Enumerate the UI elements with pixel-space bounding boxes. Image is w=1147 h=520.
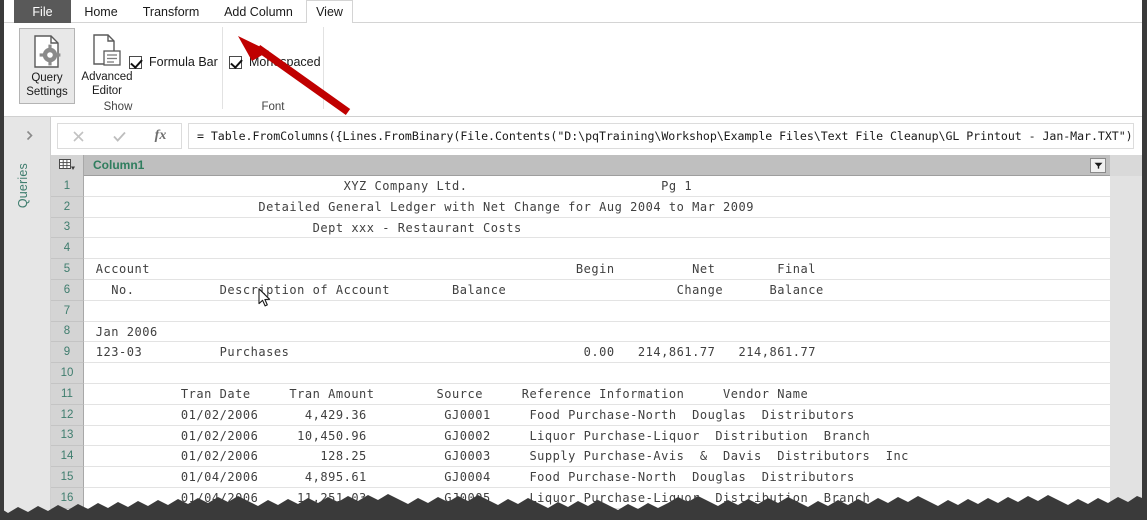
row-number: 16: [51, 487, 84, 509]
filter-dropdown-icon[interactable]: [1090, 158, 1106, 173]
tab-file[interactable]: File: [14, 0, 71, 23]
query-settings-button[interactable]: Query Settings: [19, 28, 75, 104]
column-header-row: Column1: [51, 155, 1110, 176]
row-cell-column1[interactable]: 01/04/2006 11,251.03 GJ0005 Liquor Purch…: [84, 487, 1110, 509]
fx-icon[interactable]: fx: [140, 124, 181, 148]
ribbon-group-show: Query Settings Advanced Editor Formula B…: [14, 23, 222, 117]
table-row[interactable]: 15 01/04/2006 4,895.61 GJ0004 Food Purch…: [51, 467, 1142, 488]
table-row[interactable]: 5 Account Begin Net Final: [51, 259, 1142, 280]
data-preview-grid: Column1 1 XYZ Company Ltd. Pg 12 Detaile…: [51, 155, 1142, 520]
query-settings-label-line2: Settings: [26, 85, 68, 98]
ribbon-group-separator-2: [323, 27, 324, 109]
row-number: 10: [51, 363, 84, 384]
table-row[interactable]: 14 01/02/2006 128.25 GJ0003 Supply Purch…: [51, 446, 1142, 468]
table-type-icon[interactable]: [51, 155, 84, 176]
chevron-right-icon[interactable]: [23, 129, 35, 141]
row-number: 6: [51, 279, 84, 301]
formula-input[interactable]: = Table.FromColumns({Lines.FromBinary(Fi…: [188, 123, 1134, 149]
formula-bar-checkbox-row[interactable]: Formula Bar: [129, 55, 218, 69]
row-cell-column1[interactable]: [84, 238, 1110, 260]
window-frame-right: [1142, 0, 1147, 520]
column-header-label[interactable]: Column1: [84, 158, 144, 172]
ribbon-content: Query Settings Advanced Editor Formula B…: [4, 23, 1142, 117]
tab-view[interactable]: View: [306, 0, 353, 24]
row-cell-column1[interactable]: Dept xxx - Restaurant Costs: [84, 217, 1110, 239]
advanced-editor-label-line2: Editor: [91, 84, 123, 97]
table-row[interactable]: 8 Jan 2006: [51, 321, 1142, 343]
queries-pane-collapsed[interactable]: Queries: [4, 117, 51, 520]
table-row[interactable]: 10: [51, 363, 1142, 384]
window-frame-left: [0, 0, 4, 520]
monospaced-checkbox-label: Monospaced: [249, 55, 321, 69]
table-row[interactable]: 9 123-03 Purchases 0.00 214,861.77 214,8…: [51, 342, 1142, 364]
row-cell-column1[interactable]: 01/02/2006 10,450.96 GJ0002 Liquor Purch…: [84, 425, 1110, 447]
table-row[interactable]: 1 XYZ Company Ltd. Pg 1: [51, 176, 1142, 197]
table-row[interactable]: 12 01/02/2006 4,429.36 GJ0001 Food Purch…: [51, 404, 1142, 426]
table-row[interactable]: 16 01/04/2006 11,251.03 GJ0005 Liquor Pu…: [51, 487, 1142, 509]
row-number: 11: [51, 383, 84, 405]
tab-view-label: View: [316, 5, 343, 19]
table-row[interactable]: 4: [51, 238, 1142, 260]
row-number: 12: [51, 404, 84, 426]
row-cell-column1[interactable]: No. Description of Account Balance Chang…: [84, 279, 1110, 301]
tab-home[interactable]: Home: [71, 0, 131, 23]
row-cell-column1[interactable]: [84, 300, 1110, 322]
row-number: 14: [51, 446, 84, 468]
row-number: 13: [51, 425, 84, 447]
formula-bar-checkbox-label: Formula Bar: [149, 55, 218, 69]
ribbon-group-font-label: Font: [261, 101, 285, 113]
row-cell-column1[interactable]: XYZ Company Ltd. Pg 1: [84, 176, 1110, 197]
row-number: 4: [51, 238, 84, 260]
power-query-editor-window: File Home Transform Add Column View Quer…: [0, 0, 1147, 520]
row-number: 9: [51, 342, 84, 364]
tab-file-label: File: [32, 4, 53, 19]
monospaced-checkbox-row[interactable]: Monospaced: [229, 55, 321, 69]
table-row[interactable]: 11 Tran Date Tran Amount Source Referenc…: [51, 383, 1142, 405]
document-list-icon: [90, 32, 124, 70]
row-number: 15: [51, 467, 84, 488]
grid-rows[interactable]: 1 XYZ Company Ltd. Pg 12 Detailed Genera…: [51, 176, 1142, 520]
table-row[interactable]: 13 01/02/2006 10,450.96 GJ0002 Liquor Pu…: [51, 425, 1142, 447]
row-cell-column1[interactable]: 123-03 Purchases 0.00 214,861.77 214,861…: [84, 342, 1110, 364]
column-header-filler: [1110, 155, 1142, 176]
row-cell-column1[interactable]: Jan 2006: [84, 321, 1110, 343]
table-row[interactable]: 6 No. Description of Account Balance Cha…: [51, 279, 1142, 301]
row-number: 1: [51, 176, 84, 197]
row-cell-column1[interactable]: [84, 363, 1110, 384]
table-row[interactable]: 2 Detailed General Ledger with Net Chang…: [51, 196, 1142, 218]
tab-home-label: Home: [84, 4, 118, 19]
check-icon[interactable]: [99, 124, 140, 148]
row-number: 7: [51, 300, 84, 322]
tab-transform-label: Transform: [142, 4, 200, 19]
ribbon-group-show-label: Show: [103, 101, 133, 113]
row-number: 3: [51, 217, 84, 239]
ribbon-tab-strip: File Home Transform Add Column View: [4, 0, 1142, 24]
monospaced-checkbox[interactable]: [229, 55, 242, 69]
vertical-scrollbar[interactable]: [1110, 176, 1142, 520]
formula-bar-buttons: fx: [57, 123, 182, 149]
tab-transform[interactable]: Transform: [131, 0, 211, 23]
row-cell-column1[interactable]: 01/02/2006 128.25 GJ0003 Supply Purchase…: [84, 446, 1110, 468]
tab-add-column-label: Add Column: [224, 4, 293, 19]
ribbon-group-font: Monospaced Font: [223, 23, 323, 117]
tab-add-column[interactable]: Add Column: [211, 0, 306, 23]
row-cell-column1[interactable]: Detailed General Ledger with Net Change …: [84, 196, 1110, 218]
document-gear-icon: [30, 33, 64, 71]
table-row[interactable]: 7: [51, 300, 1142, 322]
table-row[interactable]: 3 Dept xxx - Restaurant Costs: [51, 217, 1142, 239]
row-cell-column1[interactable]: Tran Date Tran Amount Source Reference I…: [84, 383, 1110, 405]
row-number: 5: [51, 259, 84, 280]
advanced-editor-label-line1: Advanced: [81, 71, 133, 83]
close-icon[interactable]: [58, 124, 99, 148]
row-number: 8: [51, 321, 84, 343]
row-cell-column1[interactable]: 01/02/2006 4,429.36 GJ0001 Food Purchase…: [84, 404, 1110, 426]
formula-bar: fx = Table.FromColumns({Lines.FromBinary…: [51, 117, 1142, 155]
row-number: 2: [51, 196, 84, 218]
formula-input-value: = Table.FromColumns({Lines.FromBinary(Fi…: [197, 129, 1134, 143]
queries-pane-label: Queries: [16, 163, 30, 209]
row-cell-column1[interactable]: Account Begin Net Final: [84, 259, 1110, 280]
formula-bar-checkbox[interactable]: [129, 55, 142, 69]
query-settings-label-line1: Query: [31, 72, 63, 84]
row-cell-column1[interactable]: 01/04/2006 4,895.61 GJ0004 Food Purchase…: [84, 467, 1110, 488]
